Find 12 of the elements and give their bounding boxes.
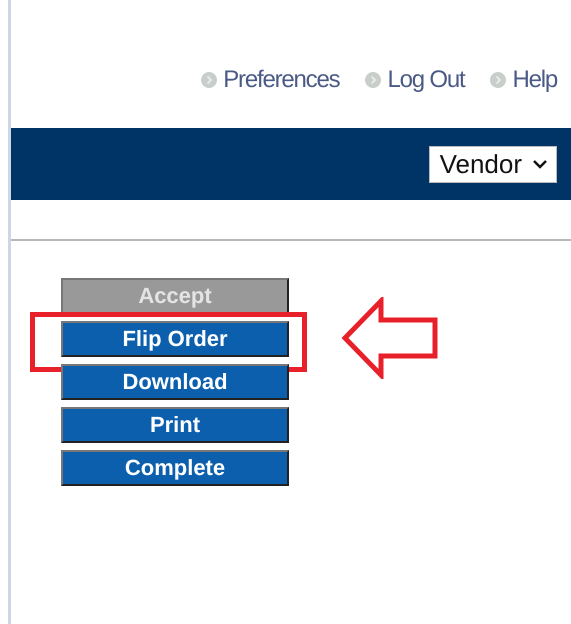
chevron-down-icon xyxy=(532,159,548,169)
chevron-circle-icon xyxy=(201,72,218,88)
header-link[interactable]: Preferences xyxy=(223,66,340,94)
header-link[interactable]: Log Out xyxy=(387,66,464,94)
action-button[interactable]: Flip Order xyxy=(61,321,289,357)
header-link[interactable]: Help xyxy=(512,66,557,94)
action-button[interactable]: Print xyxy=(61,407,289,443)
chevron-circle-icon xyxy=(365,72,382,88)
action-button[interactable]: Download xyxy=(61,364,289,400)
action-button[interactable]: Complete xyxy=(61,450,289,486)
chevron-circle-icon xyxy=(490,72,506,88)
role-select[interactable]: Vendor xyxy=(428,146,557,182)
